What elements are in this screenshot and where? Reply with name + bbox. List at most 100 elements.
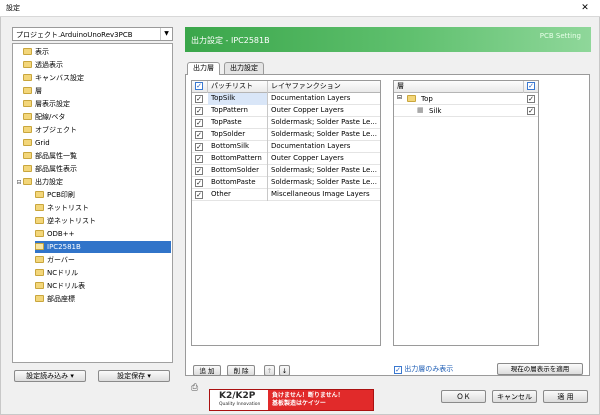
folder-icon: [407, 95, 416, 102]
table-row[interactable]: ✓ TopPattern Outer Copper Layers: [192, 105, 380, 117]
folder-icon: [35, 256, 44, 263]
output-only-toggle[interactable]: ✓ 出力層のみ表示: [394, 364, 453, 376]
tree-item-routing[interactable]: 配線/ベタ: [15, 111, 171, 123]
tree-item-part-attr-list[interactable]: 部品属性一覧: [15, 150, 171, 162]
tree-item-nc-drill[interactable]: NCドリル: [35, 267, 171, 279]
tree-item-ipc2581b[interactable]: IPC2581B: [35, 241, 171, 253]
tree-item-layer-display[interactable]: 層表示設定: [15, 98, 171, 110]
folder-icon: [35, 269, 44, 276]
cancel-button[interactable]: キャンセル: [492, 390, 537, 403]
header-check[interactable]: ✓: [192, 81, 208, 93]
row-checkbox[interactable]: ✓: [195, 155, 203, 163]
chevron-down-icon[interactable]: ▼: [160, 28, 172, 40]
table-row[interactable]: ✓ BottomPaste Soldermask; Solder Paste L…: [192, 177, 380, 189]
folder-open-icon: [35, 243, 44, 250]
table-row[interactable]: ✓ BottomSolder Soldermask; Solder Paste …: [192, 165, 380, 177]
tree-item-grid[interactable]: Grid: [15, 137, 171, 149]
header-layer-check[interactable]: ✓: [524, 81, 538, 93]
close-icon[interactable]: ✕: [576, 1, 594, 15]
folder-icon: [35, 282, 44, 289]
tab-output-layers[interactable]: 出力層: [187, 62, 220, 75]
row-checkbox[interactable]: ✓: [195, 167, 203, 175]
tree-item-odb[interactable]: ODB++: [35, 228, 171, 240]
folder-icon: [23, 126, 32, 133]
ok-button[interactable]: ＯＫ: [441, 390, 486, 403]
project-dropdown-value: プロジェクト.ArduinoUnoRev3PCB: [16, 31, 133, 39]
tree-item-layer[interactable]: 層: [15, 85, 171, 97]
printer-icon[interactable]: ⎙: [191, 383, 203, 393]
tree-item-nc-drill-table[interactable]: NCドリル表: [35, 280, 171, 292]
tree-item-gerber[interactable]: ガーバー: [35, 254, 171, 266]
window-title: 設定: [6, 4, 20, 12]
tree-item-netlist[interactable]: ネットリスト: [35, 202, 171, 214]
tree-item-object[interactable]: オブジェクト: [15, 124, 171, 136]
header-layer-function[interactable]: レイヤファンクション: [268, 81, 380, 93]
collapse-icon[interactable]: ⊟: [15, 177, 23, 189]
table-row[interactable]: ✓ Other Miscellaneous Image Layers: [192, 189, 380, 201]
table-row[interactable]: ✓ TopSolder Soldermask; Solder Paste Le.…: [192, 129, 380, 141]
tree-item-reverse-netlist[interactable]: 逆ネットリスト: [35, 215, 171, 227]
dropdown-arrow-icon: ▾: [70, 372, 74, 380]
table-row[interactable]: ✓ TopSilk Documentation Layers: [192, 93, 380, 105]
ad-banner[interactable]: K2/K2P Quality Innovation 負けません！断りません！ 基…: [209, 389, 374, 411]
layer-checkbox[interactable]: ✓: [527, 107, 535, 115]
title-bar: 設定 ✕: [0, 0, 600, 17]
tree-item-canvas[interactable]: キャンバス設定: [15, 72, 171, 84]
add-button[interactable]: 追 加: [193, 365, 221, 376]
layer-grid-header: 層 ✓: [394, 81, 538, 93]
row-checkbox[interactable]: ✓: [195, 95, 203, 103]
folder-icon: [23, 139, 32, 146]
output-only-checkbox[interactable]: ✓: [394, 366, 402, 374]
folder-icon: [23, 178, 32, 185]
grid-header: ✓ パッチリスト レイヤファンクション: [192, 81, 380, 93]
folder-icon: [23, 100, 32, 107]
tree-item-part-coordinates[interactable]: 部品座標: [35, 293, 171, 305]
panel-subtitle: PCB Setting: [539, 32, 581, 40]
layer-row-top[interactable]: ⊟ Top ✓: [394, 93, 538, 105]
header-patch-list[interactable]: パッチリスト: [208, 81, 268, 93]
layer-icon: ▦: [417, 106, 424, 114]
folder-icon: [35, 191, 44, 198]
banner-logo: K2/K2P Quality Innovation: [210, 390, 268, 410]
header-layer[interactable]: 層: [394, 81, 524, 93]
layer-checkbox[interactable]: ✓: [527, 95, 535, 103]
row-checkbox[interactable]: ✓: [195, 179, 203, 187]
move-up-button[interactable]: ↑: [264, 365, 275, 376]
tree-item-display[interactable]: 表示: [15, 46, 171, 58]
settings-tree: 表示 透過表示 キャンバス設定 層 層表示設定 配線/ベタ オブジェクト Gri…: [12, 43, 173, 363]
folder-icon: [23, 113, 32, 120]
move-down-button[interactable]: ↓: [279, 365, 290, 376]
row-checkbox[interactable]: ✓: [195, 191, 203, 199]
folder-icon: [23, 87, 32, 94]
folder-icon: [35, 295, 44, 302]
folder-icon: [23, 152, 32, 159]
tree-item-pcb-print[interactable]: PCB印刷: [35, 189, 171, 201]
table-row[interactable]: ✓ BottomSilk Documentation Layers: [192, 141, 380, 153]
tree-item-transparency[interactable]: 透過表示: [15, 59, 171, 71]
tree-item-output-settings[interactable]: ⊟ 出力設定: [15, 176, 171, 188]
folder-icon: [35, 217, 44, 224]
row-checkbox[interactable]: ✓: [195, 107, 203, 115]
tab-output-settings[interactable]: 出力設定: [224, 62, 264, 74]
banner-message: 負けません！断りません！ 基板製造はケイツー: [272, 392, 344, 407]
layer-tree-grid: 層 ✓ ⊟ Top ✓ ▦ Silk ✓: [393, 80, 539, 346]
table-row[interactable]: ✓ TopPaste Soldermask; Solder Paste Le..…: [192, 117, 380, 129]
apply-current-view-button[interactable]: 現在の層表示を適用: [497, 363, 583, 375]
row-checkbox[interactable]: ✓: [195, 119, 203, 127]
load-settings-button[interactable]: 設定読み込み ▾: [14, 370, 86, 382]
row-checkbox[interactable]: ✓: [195, 131, 203, 139]
table-row[interactable]: ✓ BottomPattern Outer Copper Layers: [192, 153, 380, 165]
row-checkbox[interactable]: ✓: [195, 143, 203, 151]
project-dropdown[interactable]: プロジェクト.ArduinoUnoRev3PCB ▼: [12, 27, 173, 41]
collapse-icon[interactable]: ⊟: [397, 94, 402, 101]
apply-button[interactable]: 適 用: [543, 390, 588, 403]
layer-row-silk[interactable]: ▦ Silk ✓: [394, 105, 538, 117]
folder-icon: [23, 165, 32, 172]
delete-button[interactable]: 削 除: [227, 365, 255, 376]
folder-icon: [23, 74, 32, 81]
save-settings-button[interactable]: 設定保存 ▾: [98, 370, 170, 382]
tree-item-part-attr-display[interactable]: 部品属性表示: [15, 163, 171, 175]
folder-icon: [23, 61, 32, 68]
folder-icon: [23, 48, 32, 55]
panel-header: 出力設定 - IPC2581B PCB Setting: [185, 27, 591, 52]
